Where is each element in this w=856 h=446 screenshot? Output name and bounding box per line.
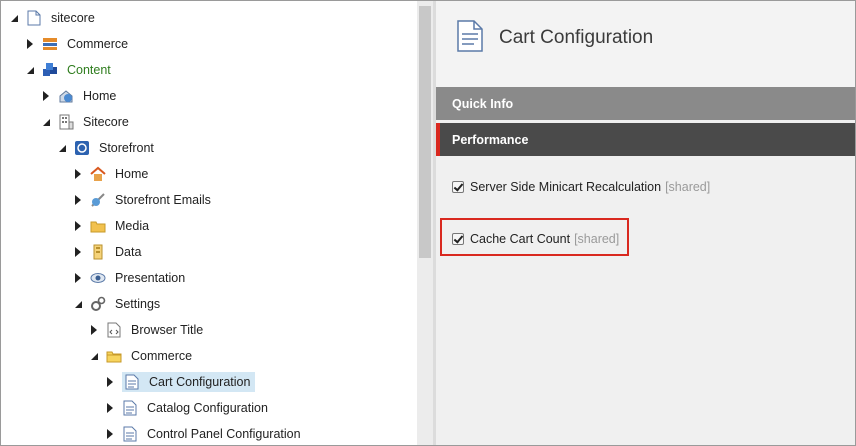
server-side-minicart-checkbox[interactable]: [452, 181, 464, 193]
tree-node-label: Storefront Emails: [115, 193, 211, 207]
tree-node-commerce[interactable]: Commerce: [23, 33, 131, 55]
collapse-toggle[interactable]: [71, 297, 85, 311]
expand-toggle[interactable]: [103, 427, 117, 441]
tree-node-label: Media: [115, 219, 150, 233]
tree-node-control-panel-configuration[interactable]: Control Panel Configuration: [103, 423, 304, 445]
collapse-toggle[interactable]: [39, 115, 53, 129]
item-editor: Cart Configuration Quick Info Performanc…: [436, 1, 855, 445]
section-quick-info[interactable]: Quick Info: [436, 87, 855, 120]
expand-toggle[interactable]: [103, 375, 117, 389]
document-icon: [124, 374, 140, 390]
tree-node-sitecore-site[interactable]: Sitecore: [39, 111, 132, 133]
page-title: Cart Configuration: [499, 27, 654, 48]
expand-toggle[interactable]: [71, 193, 85, 207]
tree-node-browser-title[interactable]: Browser Title: [87, 319, 206, 341]
expand-toggle[interactable]: [71, 219, 85, 233]
collapse-toggle[interactable]: [55, 141, 69, 155]
field-label: Server Side Minicart Recalculation: [470, 180, 662, 194]
tree-node-storefront[interactable]: Storefront: [55, 137, 157, 159]
eye-icon: [90, 270, 106, 286]
tree-node-storefront-home[interactable]: Home: [71, 163, 151, 185]
tree-node-label: Browser Title: [131, 323, 204, 337]
tree-node-label: Presentation: [115, 271, 186, 285]
folder-icon: [106, 348, 122, 364]
expand-toggle[interactable]: [23, 37, 37, 51]
collapse-toggle[interactable]: [87, 349, 101, 363]
tree-node-catalog-configuration[interactable]: Catalog Configuration: [103, 397, 271, 419]
editor-header: Cart Configuration: [436, 1, 855, 87]
tree-node-label: Sitecore: [83, 115, 129, 129]
tree-node-label: Cart Configuration: [149, 375, 251, 389]
tree-node-label: Control Panel Configuration: [147, 427, 301, 441]
expand-toggle[interactable]: [71, 245, 85, 259]
shared-tag: [shared]: [665, 180, 711, 194]
tree-node-data[interactable]: Data: [71, 241, 144, 263]
tree-node-media[interactable]: Media: [71, 215, 152, 237]
email-icon: [90, 192, 106, 208]
tree-node-label: Home: [115, 167, 149, 181]
expand-toggle[interactable]: [103, 401, 117, 415]
collapse-toggle[interactable]: [23, 63, 37, 77]
field-server-side-minicart-recalculation: Server Side Minicart Recalculation [shar…: [452, 180, 710, 194]
field-cache-cart-count: Cache Cart Count [shared]: [452, 232, 619, 246]
tree-node-label: Settings: [115, 297, 161, 311]
storefront-icon: [74, 140, 90, 156]
commerce-icon: [42, 36, 58, 52]
tree-node-label: Storefront: [99, 141, 154, 155]
tree-node-label: sitecore: [51, 11, 95, 25]
tree-node-content[interactable]: Content: [23, 59, 114, 81]
tree-node-label: Home: [83, 89, 117, 103]
expand-toggle[interactable]: [71, 167, 85, 181]
document-icon: [456, 19, 484, 56]
tree-node-label: Commerce: [131, 349, 193, 363]
tree-node-cart-configuration[interactable]: Cart Configuration: [103, 371, 256, 393]
collapse-toggle[interactable]: [7, 11, 21, 25]
tree-node-label: Content: [67, 63, 111, 77]
section-performance[interactable]: Performance: [436, 123, 855, 156]
home-icon: [90, 166, 106, 182]
tree-node-label: Data: [115, 245, 142, 259]
building-icon: [58, 114, 74, 130]
expand-toggle[interactable]: [71, 271, 85, 285]
expand-toggle[interactable]: [39, 89, 53, 103]
tree-node-presentation[interactable]: Presentation: [71, 267, 188, 289]
tree-scrollbar-thumb[interactable]: [419, 6, 431, 258]
document-icon: [122, 426, 138, 442]
tree-node-label: Catalog Configuration: [147, 401, 268, 415]
tree-node-home[interactable]: Home: [39, 85, 119, 107]
tree-node-settings[interactable]: Settings: [71, 293, 163, 315]
sitecore-icon: [26, 10, 42, 26]
media-folder-icon: [90, 218, 106, 234]
content-tree: sitecore Commerce Content Home Sitecore: [1, 1, 417, 445]
home-globe-icon: [58, 88, 74, 104]
expand-toggle[interactable]: [87, 323, 101, 337]
gears-icon: [90, 296, 106, 312]
content-icon: [42, 62, 58, 78]
selected-node-highlight[interactable]: Cart Configuration: [122, 372, 256, 392]
tree-node-storefront-emails[interactable]: Storefront Emails: [71, 189, 214, 211]
shared-tag: [shared]: [574, 232, 620, 246]
cache-cart-count-checkbox[interactable]: [452, 233, 464, 245]
document-icon: [122, 400, 138, 416]
document-code-icon: [106, 322, 122, 338]
data-icon: [90, 244, 106, 260]
tree-node-settings-commerce[interactable]: Commerce: [87, 345, 195, 367]
field-label: Cache Cart Count: [470, 232, 571, 246]
tree-node-label: Commerce: [67, 37, 129, 51]
tree-node-sitecore[interactable]: sitecore: [7, 7, 98, 29]
